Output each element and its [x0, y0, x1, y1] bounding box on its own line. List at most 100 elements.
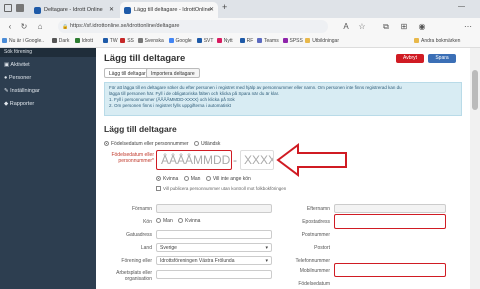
save-button[interactable]: Spara — [428, 54, 456, 63]
browser-tab-1[interactable]: Deltagare - Idrott Online ✕ — [30, 2, 118, 18]
personnummer-last4-input[interactable]: XXXX — [240, 150, 274, 170]
section-title: Lägg till deltagare — [104, 124, 177, 134]
form-label: Telefonnummer — [295, 258, 330, 264]
cancel-button[interactable]: Avbryt — [396, 54, 424, 63]
country-select[interactable]: Sverige ▾ — [156, 243, 272, 252]
radio-label: Kvinna — [163, 176, 179, 182]
sidebar-item-label: Rapporter — [9, 101, 35, 107]
bookmark-favicon-icon — [137, 38, 143, 43]
new-tab-button[interactable]: + — [222, 2, 227, 12]
close-icon[interactable]: ✕ — [209, 2, 214, 18]
bookmark-favicon-icon — [239, 38, 245, 43]
form-label: Epostadress — [302, 219, 330, 225]
bookmark-item[interactable]: Dark — [51, 36, 69, 47]
form-label: Arbetsplats eller organisation — [116, 270, 152, 282]
minimize-icon[interactable]: — — [458, 3, 465, 10]
folder-icon — [414, 38, 419, 43]
radio-personnummer[interactable]: Födelsedatum eller personnummer Utländsk — [104, 141, 220, 147]
bookmark-favicon-icon — [257, 38, 262, 43]
bookmark-item[interactable]: Google — [168, 36, 192, 47]
bookmark-favicon-icon — [216, 38, 222, 43]
tab-import-participants[interactable]: Importera deltagare — [146, 68, 200, 78]
bookmark-item[interactable]: Nytt — [216, 36, 233, 47]
sidebar — [0, 48, 96, 289]
sidebar-item-personer[interactable]: ● Personer — [4, 75, 31, 81]
tab-favicon — [124, 7, 131, 14]
bookmark-favicon-icon — [305, 38, 311, 43]
bookmark-label: SS — [127, 38, 134, 44]
bookmark-item[interactable]: SS — [120, 36, 134, 47]
radio-icon[interactable] — [183, 176, 189, 181]
radio-label: Man — [163, 218, 173, 224]
address-input[interactable]: https://sf.idrottonline.se/idrottonline/… — [58, 20, 328, 33]
street-address-input[interactable] — [156, 230, 272, 239]
firstname-input[interactable] — [156, 204, 272, 213]
bookmark-label: TW — [109, 38, 118, 44]
refresh-icon[interactable]: ↻ — [18, 20, 30, 33]
sidebar-item-installningar[interactable]: ✎ Inställningar — [4, 88, 40, 94]
lock-icon: 🔒 — [62, 24, 69, 30]
postal-code-input[interactable] — [334, 230, 446, 239]
form-label: Kön — [143, 219, 152, 225]
browser-tab-2[interactable]: Lägg till deltagare - IdrottOnline ✕ — [120, 2, 218, 18]
country-value: Sverige — [160, 245, 177, 251]
birth-label: Födelsedatum eller personnummer* — [111, 152, 154, 164]
bookmark-item[interactable]: Idrott — [74, 36, 93, 47]
email-input[interactable] — [334, 214, 446, 229]
bookmark-item[interactable]: Teams — [257, 36, 279, 47]
bookmark-label: Nu är i Google.. — [9, 38, 45, 44]
home-icon[interactable]: ⌂ — [34, 20, 46, 33]
page-title: Lägg till deltagare — [104, 53, 186, 64]
checkbox-no-control[interactable]: Vill publicera personnummer utan kontrol… — [156, 186, 286, 191]
radio-icon[interactable] — [178, 218, 184, 223]
sidebar-item-label: Personer — [8, 75, 32, 81]
lastname-input[interactable] — [334, 204, 446, 213]
form-label: Land — [140, 245, 152, 251]
scrollbar-thumb[interactable] — [472, 70, 478, 110]
radio-icon[interactable] — [193, 141, 199, 146]
form-label: Gatuadress — [126, 232, 152, 238]
organization-select[interactable]: Idrottsföreningen Västra Frölunda ▾ — [156, 256, 272, 265]
bookmark-folder-other[interactable]: Andra bokmärken — [414, 36, 460, 47]
favorite-icon[interactable]: ☆ — [356, 20, 368, 33]
workplace-input[interactable] — [156, 270, 272, 279]
organization-value: Idrottsföreningen Västra Frölunda — [160, 258, 235, 264]
form-label: Födelsedatum — [298, 281, 330, 287]
radio-icon[interactable] — [205, 176, 211, 181]
extensions-icon[interactable]: ⧉ — [380, 20, 392, 33]
collections-icon[interactable]: ⊞ — [398, 20, 410, 33]
bookmark-label: SPSS — [289, 38, 303, 44]
reader-icon[interactable]: A — [340, 20, 352, 33]
sidebar-item-rapporter[interactable]: ◆ Rapporter — [4, 101, 34, 107]
city-input[interactable] — [334, 243, 446, 252]
bookmark-item[interactable]: SPSS — [282, 36, 303, 47]
tab-actions-icon[interactable] — [16, 4, 24, 12]
bookmark-favicon-icon — [120, 38, 126, 43]
more-icon[interactable]: ⋯ — [462, 20, 474, 33]
bookmark-item[interactable]: SVT — [196, 36, 214, 47]
profile-icon[interactable]: ◉ — [416, 20, 428, 33]
bookmark-item[interactable]: Nu är i Google.. — [2, 36, 44, 47]
bookmark-item[interactable]: RF — [239, 36, 253, 47]
bookmark-label: SVT — [203, 38, 214, 44]
radio-icon[interactable] — [156, 218, 161, 223]
back-icon[interactable]: ‹ — [4, 20, 16, 33]
sidebar-toggle-icon[interactable] — [4, 4, 12, 12]
form-label: Postort — [314, 245, 330, 251]
close-icon[interactable]: ✕ — [109, 2, 114, 18]
bookmark-favicon-icon — [74, 38, 80, 43]
bookmark-favicon-icon — [282, 38, 288, 43]
sidebar-header[interactable]: Sök förening — [0, 48, 96, 57]
radio-icon[interactable] — [156, 176, 161, 181]
sidebar-item-label: Aktivitet — [10, 62, 30, 68]
sidebar-item-aktivitet[interactable]: ▣ Aktivitet — [4, 62, 30, 68]
bookmark-item[interactable]: Svenska — [137, 36, 164, 47]
birthdate-input[interactable]: ÅÅÅÅMMDD — [156, 150, 232, 170]
chevron-down-icon: ▾ — [265, 258, 268, 264]
mobile-input[interactable] — [334, 263, 446, 277]
bookmark-item[interactable]: TW — [102, 36, 118, 47]
gender-radio-group: Kvinna Man Vill inte ange kön — [156, 176, 251, 182]
bookmark-item[interactable]: Utbildningar — [305, 36, 339, 47]
bookmark-label: Utbildningar — [312, 38, 339, 44]
bookmark-label: Google — [175, 38, 192, 44]
